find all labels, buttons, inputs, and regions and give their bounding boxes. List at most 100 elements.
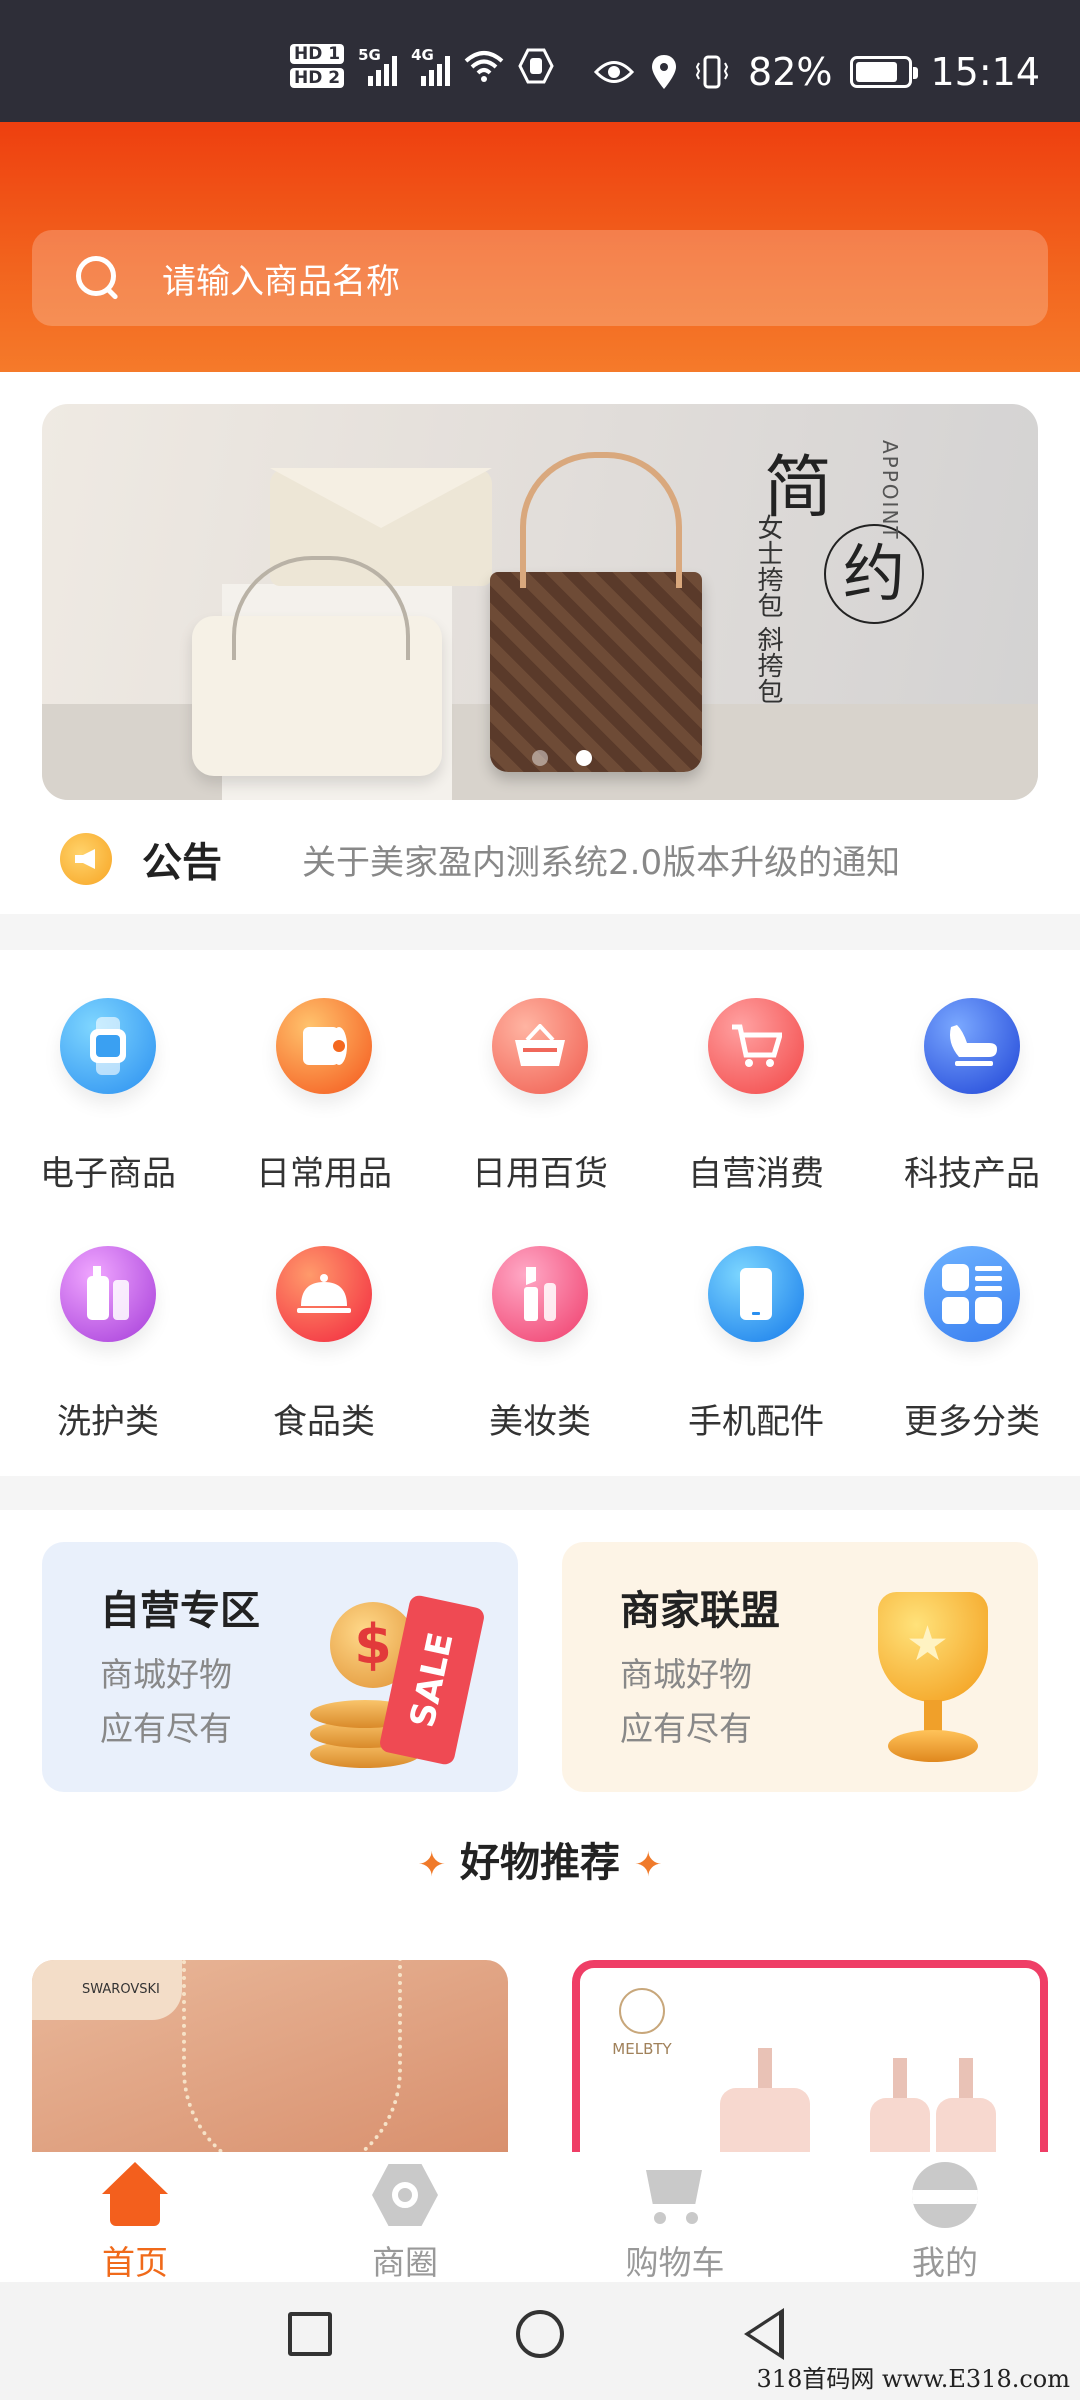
notice-label: 公告 [142, 840, 222, 886]
watermark: 318首码网 www.E318.com [756, 2365, 1070, 2393]
banner-carousel[interactable]: 简 约 女士挎包 斜挎包 APPOINT [42, 404, 1038, 800]
tab-label: 首页 [102, 2243, 168, 2282]
category-label: 美妆类 [489, 1402, 591, 1442]
product-brand: SWAROVSKI [32, 1960, 182, 2020]
battery-icon [850, 56, 919, 88]
category-grid: 电子商品 日常用品 日用百货 自营消费 科技产品 洗护类 食品类 美妆类 手机配… [0, 950, 1080, 1476]
bottle-image [720, 2088, 810, 2160]
hd-badges: HD 1 HD 2 [290, 44, 345, 88]
tab-label: 我的 [912, 2243, 978, 2282]
profile-icon [912, 2162, 978, 2228]
search-input[interactable]: 请输入商品名称 [32, 230, 1048, 326]
watch-icon [60, 998, 156, 1094]
basket-icon [492, 998, 588, 1094]
carousel-dots [532, 750, 592, 766]
category-label: 科技产品 [904, 1154, 1040, 1194]
home-button[interactable] [516, 2310, 564, 2358]
category-self-run[interactable]: 自营消费 [648, 998, 864, 1195]
network-indicators: HD 1 HD 2 5G 4G [290, 44, 554, 88]
phone-icon [708, 1246, 804, 1342]
grid-more-icon [924, 1246, 1020, 1342]
hd1-badge: HD 1 [290, 44, 345, 64]
bottle-image [936, 2098, 996, 2160]
tissue-roll-icon [276, 998, 372, 1094]
tab-home[interactable]: 首页 [0, 2152, 270, 2282]
product-card[interactable]: MELBTY [572, 1960, 1048, 2160]
hexagon-icon [372, 2163, 438, 2227]
hand-block-icon [518, 48, 554, 84]
self-run-zone-card[interactable]: 自营专区 商城好物 应有尽有 $ SALE [42, 1542, 518, 1792]
category-label: 日用百货 [472, 1154, 608, 1194]
cart-icon [642, 2162, 708, 2228]
category-label: 更多分类 [904, 1402, 1040, 1442]
merchant-alliance-card[interactable]: 商家联盟 商城好物 应有尽有 ★ [562, 1542, 1038, 1792]
necklace-image [182, 1960, 402, 2160]
sparkle-icon: ✦ [634, 1845, 663, 1885]
self-run-line2: 应有尽有 [100, 1709, 232, 1748]
back-button[interactable] [744, 2308, 784, 2360]
notice-bar[interactable]: 公告 关于美家盈内测系统2.0版本升级的通知 [0, 812, 1080, 906]
signal-4g-icon: 4G [411, 46, 451, 86]
white-handbag-image [192, 556, 442, 776]
category-label: 洗护类 [57, 1402, 159, 1442]
category-label: 自营消费 [688, 1154, 824, 1194]
product-card[interactable]: SWAROVSKI [32, 1960, 508, 2160]
tab-label: 商圈 [372, 2243, 438, 2282]
category-daily[interactable]: 日常用品 [216, 998, 432, 1195]
bottom-tab-bar: 首页 商圈 购物车 我的 [0, 2152, 1080, 2282]
self-run-title: 自营专区 [100, 1588, 260, 1634]
battery-percent: 82% [748, 50, 833, 94]
notice-text[interactable]: 关于美家盈内测系统2.0版本升级的通知 [302, 835, 900, 884]
tab-mine[interactable]: 我的 [810, 2152, 1080, 2282]
carousel-dot-active[interactable] [576, 750, 592, 766]
category-general-goods[interactable]: 日用百货 [432, 998, 648, 1195]
category-label: 电子商品 [40, 1154, 176, 1194]
category-phone-accessories[interactable]: 手机配件 [648, 1246, 864, 1443]
tab-cart[interactable]: 购物车 [540, 2152, 810, 2282]
status-bar: HD 1 HD 2 5G 4G 82% 15:14 [0, 0, 1080, 122]
recents-button[interactable] [288, 2312, 332, 2356]
bottles-icon [60, 1246, 156, 1342]
cart-icon [708, 998, 804, 1094]
category-tech[interactable]: 科技产品 [864, 998, 1080, 1195]
banner-title-2: 约 [824, 524, 924, 624]
tab-label: 购物车 [625, 2243, 725, 2282]
category-care[interactable]: 洗护类 [0, 1246, 216, 1443]
category-label: 食品类 [273, 1402, 375, 1442]
sparkle-icon: ✦ [417, 1845, 447, 1885]
carousel-dot[interactable] [532, 750, 548, 766]
banner-subtitle: 女士挎包 斜挎包 [753, 514, 783, 705]
brown-tote-image [490, 452, 702, 772]
system-indicators: 82% 15:14 [594, 50, 1040, 94]
wifi-icon [464, 51, 504, 82]
system-navigation-bar: 318首码网 www.E318.com [0, 2282, 1080, 2400]
signal-5g-icon: 5G [358, 46, 398, 86]
merchant-line1: 商城好物 [620, 1655, 752, 1694]
category-label: 日常用品 [256, 1154, 392, 1194]
merchant-line2: 应有尽有 [620, 1709, 752, 1748]
category-label: 手机配件 [688, 1402, 824, 1442]
category-food[interactable]: 食品类 [216, 1246, 432, 1443]
search-placeholder: 请输入商品名称 [162, 261, 400, 302]
lipstick-icon [492, 1246, 588, 1342]
bottle-image [870, 2098, 930, 2160]
hd2-badge: HD 2 [290, 68, 345, 88]
tab-business-circle[interactable]: 商圈 [270, 2152, 540, 2282]
search-icon [76, 256, 120, 300]
category-electronics[interactable]: 电子商品 [0, 998, 216, 1195]
home-icon [102, 2162, 168, 2228]
header: 请输入商品名称 [0, 122, 1080, 372]
self-run-line1: 商城好物 [100, 1655, 232, 1694]
eye-icon [594, 61, 635, 83]
food-cloche-icon [276, 1246, 372, 1342]
location-icon [652, 55, 677, 89]
merchant-title: 商家联盟 [620, 1588, 780, 1634]
trophy-icon: ★ [868, 1592, 998, 1772]
vibrate-icon [695, 55, 729, 89]
category-more[interactable]: 更多分类 [864, 1246, 1080, 1443]
category-beauty[interactable]: 美妆类 [432, 1246, 648, 1443]
megaphone-icon [60, 833, 112, 885]
clock: 15:14 [930, 50, 1040, 94]
recommend-heading: ✦ 好物推荐 ✦ [417, 1840, 663, 1886]
promo-section: 自营专区 商城好物 应有尽有 $ SALE 商家联盟 商城好物 应有尽有 ★ ✦… [0, 1510, 1080, 2160]
